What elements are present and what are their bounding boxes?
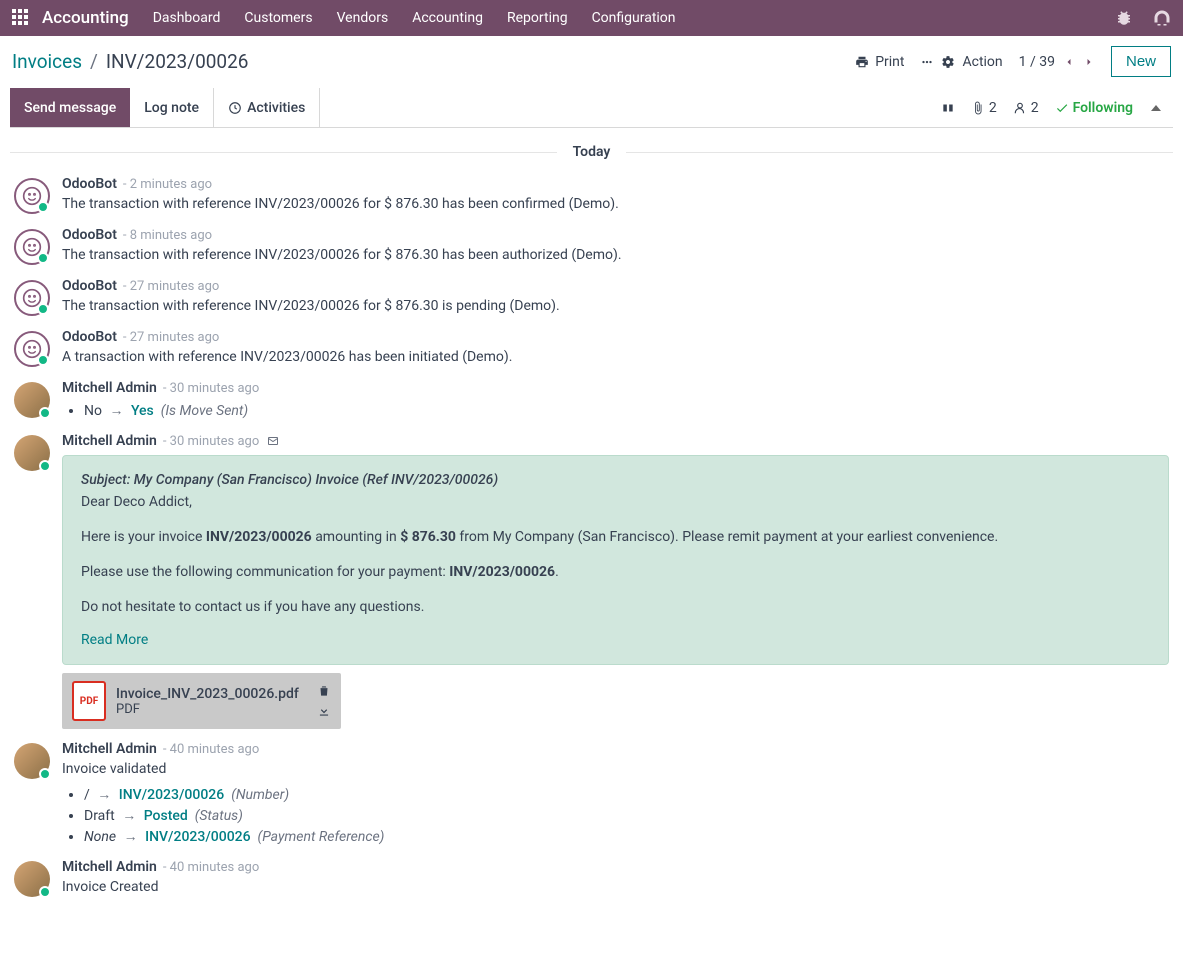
change-row: None → INV/2023/00026 (Payment Reference… — [84, 826, 1169, 847]
breadcrumb-root[interactable]: Invoices — [12, 50, 82, 73]
message-time: - 2 minutes ago — [123, 177, 212, 192]
control-panel: Invoices / INV/2023/00026 Print Action 1… — [0, 36, 1183, 88]
message-time: - 30 minutes ago — [163, 381, 259, 396]
following-button[interactable]: Following — [1055, 100, 1133, 116]
avatar — [14, 861, 50, 897]
message-text: The transaction with reference INV/2023/… — [62, 296, 1169, 317]
message-author: Mitchell Admin — [62, 380, 157, 396]
email-greeting: Dear Deco Addict, — [81, 492, 1150, 513]
download-icon[interactable] — [317, 704, 331, 718]
breadcrumb-sep: / — [90, 50, 98, 73]
chatter-topbar: Send message Log note Activities 2 2 Fol… — [10, 88, 1173, 128]
message-author: OdooBot — [62, 176, 117, 192]
email-line: Do not hesitate to contact us if you hav… — [81, 597, 1150, 618]
trash-icon[interactable] — [317, 684, 331, 698]
read-more-link[interactable]: Read More — [81, 632, 1150, 648]
message-item: OdooBot - 27 minutes ago A transaction wi… — [10, 323, 1173, 374]
main-nav: Dashboard Customers Vendors Accounting R… — [153, 10, 1115, 26]
avatar — [14, 331, 50, 367]
date-separator: Today — [10, 144, 1173, 160]
collapse-icon[interactable] — [1151, 105, 1161, 111]
pager-text[interactable]: 1 / 39 — [1019, 54, 1055, 70]
message-author: Mitchell Admin — [62, 741, 157, 757]
pager: 1 / 39 — [1019, 54, 1095, 70]
activities-button[interactable]: Activities — [214, 88, 320, 127]
nav-vendors[interactable]: Vendors — [337, 10, 389, 26]
pdf-icon: PDF — [72, 681, 106, 721]
send-message-button[interactable]: Send message — [10, 88, 130, 127]
change-row: / → INV/2023/00026 (Number) — [84, 784, 1169, 805]
message-author: Mitchell Admin — [62, 433, 157, 449]
follower-count[interactable]: 2 — [1013, 100, 1039, 116]
change-list: No → Yes (Is Move Sent) — [62, 400, 1169, 421]
arrow-icon: → — [124, 829, 138, 845]
arrow-icon: → — [109, 403, 123, 419]
attachment-type: PDF — [116, 702, 299, 717]
avatar — [14, 382, 50, 418]
email-subject: Subject: My Company (San Francisco) Invo… — [81, 472, 1150, 488]
message-author: Mitchell Admin — [62, 859, 157, 875]
arrow-icon: → — [122, 808, 136, 824]
print-button[interactable]: Print — [855, 54, 904, 70]
attachment-name: Invoice_INV_2023_00026.pdf — [116, 686, 299, 702]
pager-prev-icon[interactable] — [1063, 56, 1075, 68]
nav-customers[interactable]: Customers — [244, 10, 312, 26]
message-text: The transaction with reference INV/2023/… — [62, 245, 1169, 266]
apps-icon[interactable] — [12, 9, 30, 27]
email-body: Subject: My Company (San Francisco) Invo… — [62, 455, 1169, 665]
book-icon[interactable] — [941, 101, 955, 115]
message-item: Mitchell Admin - 30 minutes ago Subject:… — [10, 427, 1173, 735]
avatar — [14, 743, 50, 779]
action-button[interactable]: Action — [920, 54, 1002, 70]
message-time: - 27 minutes ago — [123, 330, 219, 345]
message-item: Mitchell Admin - 40 minutes ago Invoice v… — [10, 735, 1173, 853]
avatar — [14, 435, 50, 471]
message-text: Invoice Created — [62, 877, 1169, 898]
message-author: OdooBot — [62, 329, 117, 345]
message-author: OdooBot — [62, 227, 117, 243]
message-time: - 30 minutes ago — [163, 434, 259, 449]
message-time: - 8 minutes ago — [123, 228, 212, 243]
message-author: OdooBot — [62, 278, 117, 294]
message-time: - 40 minutes ago — [163, 860, 259, 875]
avatar — [14, 229, 50, 265]
breadcrumb: Invoices / INV/2023/00026 — [12, 50, 248, 73]
message-item: OdooBot - 27 minutes ago The transaction … — [10, 272, 1173, 323]
nav-reporting[interactable]: Reporting — [507, 10, 568, 26]
attachment-card[interactable]: PDF Invoice_INV_2023_00026.pdf PDF — [62, 673, 341, 729]
envelope-icon — [265, 435, 281, 447]
nav-configuration[interactable]: Configuration — [592, 10, 676, 26]
avatar — [14, 178, 50, 214]
message-text: The transaction with reference INV/2023/… — [62, 194, 1169, 215]
app-brand[interactable]: Accounting — [42, 8, 129, 28]
support-icon[interactable] — [1153, 9, 1171, 27]
arrow-icon: → — [97, 787, 111, 803]
message-item: Mitchell Admin - 40 minutes ago Invoice C… — [10, 853, 1173, 904]
message-item: Mitchell Admin - 30 minutes ago No → Yes … — [10, 374, 1173, 427]
message-text: A transaction with reference INV/2023/00… — [62, 347, 1169, 368]
avatar — [14, 280, 50, 316]
attachment-count[interactable]: 2 — [971, 100, 997, 116]
main-navbar: Accounting Dashboard Customers Vendors A… — [0, 0, 1183, 36]
email-line: Please use the following communication f… — [81, 562, 1150, 583]
nav-dashboard[interactable]: Dashboard — [153, 10, 221, 26]
breadcrumb-current: INV/2023/00026 — [106, 50, 249, 73]
bug-icon[interactable] — [1115, 9, 1133, 27]
change-row: Draft → Posted (Status) — [84, 805, 1169, 826]
change-list: / → INV/2023/00026 (Number) Draft → Post… — [62, 784, 1169, 847]
message-item: OdooBot - 2 minutes ago The transaction w… — [10, 170, 1173, 221]
new-button[interactable]: New — [1111, 46, 1171, 77]
message-time: - 40 minutes ago — [163, 742, 259, 757]
message-item: OdooBot - 8 minutes ago The transaction w… — [10, 221, 1173, 272]
log-note-button[interactable]: Log note — [130, 88, 214, 127]
message-time: - 27 minutes ago — [123, 279, 219, 294]
message-feed: Today OdooBot - 2 minutes ago The transac… — [0, 144, 1183, 924]
change-row: No → Yes (Is Move Sent) — [84, 400, 1169, 421]
nav-accounting[interactable]: Accounting — [412, 10, 483, 26]
message-text: Invoice validated — [62, 759, 1169, 780]
pager-next-icon[interactable] — [1083, 56, 1095, 68]
email-line: Here is your invoice INV/2023/00026 amou… — [81, 527, 1150, 548]
